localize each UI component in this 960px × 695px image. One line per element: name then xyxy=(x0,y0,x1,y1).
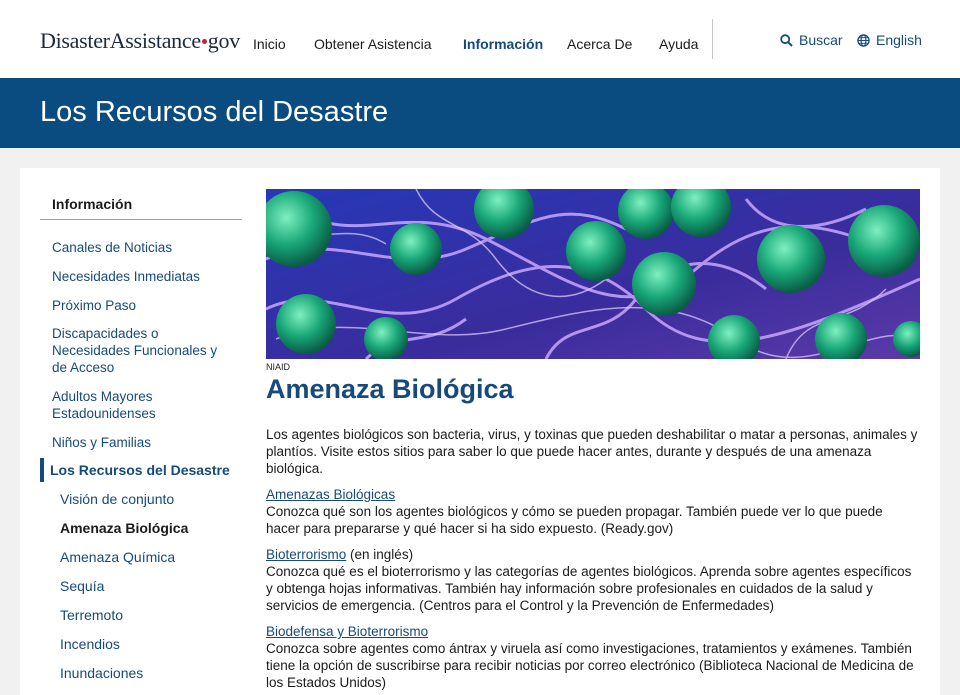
resource-link-bioterrorismo[interactable]: Bioterrorismo xyxy=(266,547,346,562)
article-title: Amenaza Biológica xyxy=(266,374,514,404)
sidebar-item-necesidades-inmediatas[interactable]: Necesidades Inmediatas xyxy=(52,268,232,285)
resource-description: Conozca sobre agentes como ántrax y viru… xyxy=(266,641,914,690)
resource-link-note: (en inglés) xyxy=(346,547,414,562)
sidebar-active-indicator xyxy=(40,458,44,482)
sidebar-subitem-sequia[interactable]: Sequía xyxy=(60,578,104,594)
nav-divider xyxy=(712,19,713,59)
globe-icon xyxy=(857,33,870,47)
sidebar-subitem-vision-de-conjunto[interactable]: Visión de conjunto xyxy=(60,491,174,507)
nav-informacion[interactable]: Información xyxy=(463,36,543,52)
nav-inicio[interactable]: Inicio xyxy=(253,36,286,52)
sidebar-item-canales-de-noticias[interactable]: Canales de Noticias xyxy=(52,239,232,256)
language-toggle[interactable]: English xyxy=(857,32,922,48)
sidebar-subitem-amenaza-quimica[interactable]: Amenaza Química xyxy=(60,549,175,565)
article-intro: Los agentes biológicos son bacteria, vir… xyxy=(266,427,918,476)
resource-description: Conozca qué es el bioterrorismo y las ca… xyxy=(266,564,912,613)
resource-item: Amenazas Biológicas Conozca qué son los … xyxy=(266,486,920,537)
sidebar-item-recursos-del-desastre[interactable]: Los Recursos del Desastre xyxy=(50,462,230,478)
logo-text-gov: gov xyxy=(207,28,240,53)
sidebar-item-discapacidades[interactable]: Discapacidades o Necesidades Funcionales… xyxy=(52,325,224,376)
site-logo[interactable]: DisasterAssistance gov xyxy=(40,28,240,54)
page-banner: Los Recursos del Desastre xyxy=(0,78,960,148)
sidebar-item-proximo-paso[interactable]: Próximo Paso xyxy=(52,297,232,314)
resource-item: Bioterrorismo (en inglés) Conozca qué es… xyxy=(266,546,920,614)
sidebar-item-ninos-y-familias[interactable]: Niños y Familias xyxy=(52,434,232,451)
sidebar-divider xyxy=(40,219,242,220)
resource-description: Conozca qué son los agentes biológicos y… xyxy=(266,504,883,536)
sidebar-heading: Información xyxy=(52,196,133,212)
logo-text-disaster: Disaster xyxy=(40,28,110,53)
nav-acerca-de[interactable]: Acerca De xyxy=(567,36,632,52)
nav-obtener-asistencia[interactable]: Obtener Asistencia xyxy=(314,36,432,52)
logo-dot-icon xyxy=(201,39,207,45)
page-title: Los Recursos del Desastre xyxy=(40,96,389,128)
resource-link-biodefensa[interactable]: Biodefensa y Bioterrorismo xyxy=(266,624,428,639)
nav-ayuda[interactable]: Ayuda xyxy=(659,36,698,52)
resource-link-amenazas-biologicas[interactable]: Amenazas Biológicas xyxy=(266,487,395,502)
search-button[interactable]: Buscar xyxy=(780,32,843,48)
sidebar-subitem-amenaza-biologica[interactable]: Amenaza Biológica xyxy=(60,520,188,536)
sidebar-subitem-incendios[interactable]: Incendios xyxy=(60,636,120,652)
search-label: Buscar xyxy=(799,32,843,48)
sidebar-item-adultos-mayores[interactable]: Adultos Mayores Estadounidenses xyxy=(52,388,177,422)
logo-text-assistance: Assistance xyxy=(109,28,201,53)
sidebar-subitem-inundaciones[interactable]: Inundaciones xyxy=(60,665,143,681)
search-icon xyxy=(780,33,793,47)
image-credit: NIAID xyxy=(266,362,291,372)
language-label: English xyxy=(876,32,922,48)
hero-image-bacteria xyxy=(266,189,920,359)
sidebar-subitem-terremoto[interactable]: Terremoto xyxy=(60,607,123,623)
resource-item: Biodefensa y Bioterrorismo Conozca sobre… xyxy=(266,623,920,691)
